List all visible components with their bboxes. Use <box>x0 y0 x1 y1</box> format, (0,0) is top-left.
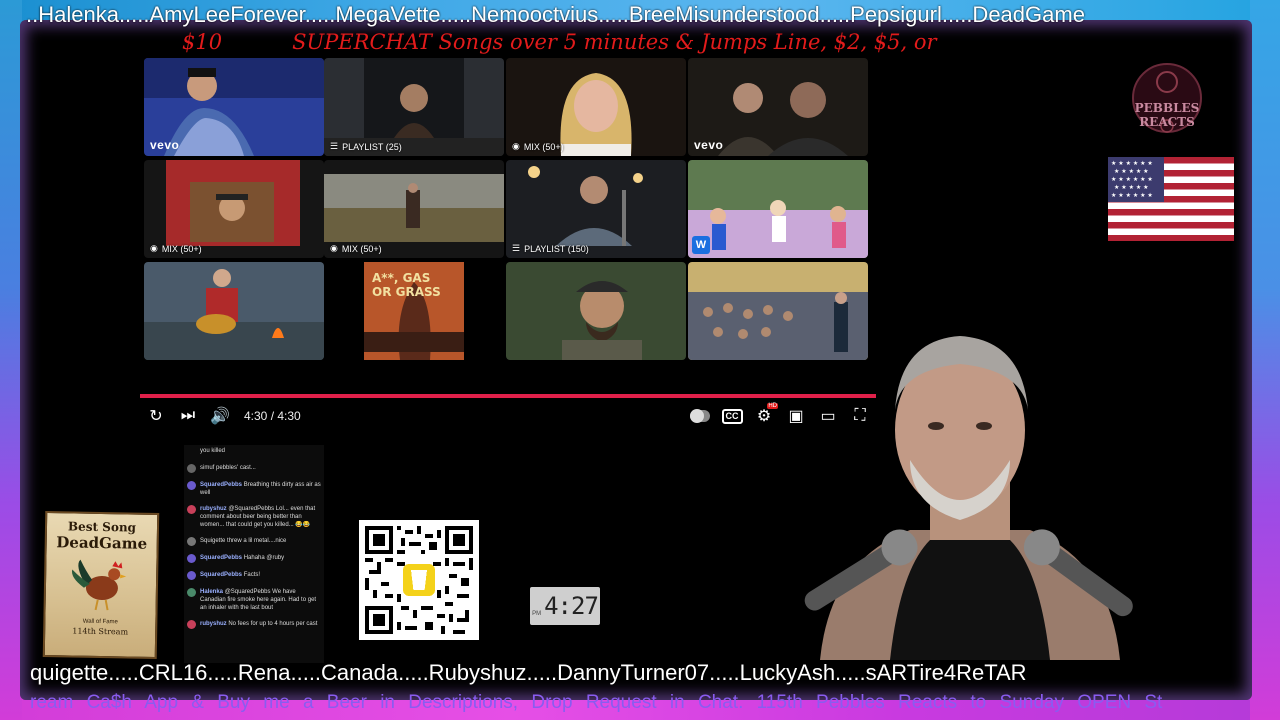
video-tile[interactable]: W <box>688 160 868 258</box>
mix-icon: ◉ <box>330 243 338 253</box>
video-tile[interactable] <box>506 262 686 360</box>
playlist-icon: ☰ <box>512 243 521 253</box>
mix-badge: ◉ MIX (50+) <box>330 243 382 254</box>
time-display: 4:30 / 4:30 <box>244 409 301 423</box>
autoplay-toggle[interactable] <box>684 402 716 430</box>
chat-message: SquaredPebbs Breathing this dirty ass ai… <box>184 479 324 499</box>
mix-icon: ◉ <box>150 243 158 253</box>
warner-badge: W <box>692 236 710 254</box>
svg-text:★ ★ ★ ★ ★ ★: ★ ★ ★ ★ ★ ★ <box>1111 160 1153 167</box>
chat-message: simuf pebbles' cast... <box>184 462 324 475</box>
video-tile[interactable]: vevo <box>688 58 868 156</box>
live-chat[interactable]: you killed simuf pebbles' cast... Square… <box>184 445 324 663</box>
svg-text:★ ★ ★ ★ ★: ★ ★ ★ ★ ★ <box>1114 168 1149 175</box>
video-tile[interactable]: vevo <box>144 58 324 156</box>
video-tile[interactable]: A**, GAS OR GRASS <box>324 262 504 360</box>
mix-badge: ◉ MIX (50+) <box>512 141 564 152</box>
chat-message: Halenka @SquaredPebbs We have Canadian f… <box>184 586 324 614</box>
pebbles-reacts-logo: PEBBLES REACTS <box>1110 56 1224 140</box>
mix-icon: ◉ <box>512 141 520 151</box>
chat-message: Squigette threw a lil metal....nice <box>184 535 324 548</box>
svg-text:★ ★ ★ ★ ★ ★: ★ ★ ★ ★ ★ ★ <box>1111 192 1153 199</box>
chat-message: SquaredPebbs Facts! <box>184 569 324 582</box>
playlist-badge: ☰ PLAYLIST (25) <box>330 141 402 152</box>
album-art-title: A**, GAS <box>372 271 430 285</box>
video-tile[interactable]: ◉ MIX (50+) <box>144 160 324 258</box>
clock-widget: PM 4:27 <box>530 587 600 625</box>
svg-text:OR GRASS: OR GRASS <box>372 285 441 299</box>
chat-message: rubyshuz No fees for up to 4 hours per c… <box>184 618 324 631</box>
svg-text:★ ★ ★ ★ ★: ★ ★ ★ ★ ★ <box>1114 184 1149 191</box>
vevo-badge: vevo <box>150 138 180 152</box>
clock-ampm: PM <box>532 611 542 617</box>
video-tile[interactable]: ◉ MIX (50+) <box>324 160 504 258</box>
superchat-text: SUPERCHAT Songs over 5 minutes & Jumps L… <box>292 30 937 54</box>
captions-icon[interactable]: CC <box>716 402 748 430</box>
best-song-poster: Best Song DeadGame Wall of Fame 114th St… <box>42 511 160 659</box>
superchat-banner: $10 SUPERCHAT Songs over 5 minutes & Jump… <box>182 30 1082 56</box>
rooster-icon <box>71 559 127 611</box>
chat-message: SquaredPebbs Hahaha @ruby <box>184 552 324 565</box>
vevo-badge: vevo <box>694 138 724 152</box>
chat-message: rubyshuz @SquaredPebbs Lol... even that … <box>184 503 324 531</box>
volume-icon[interactable]: 🔊 <box>204 402 236 430</box>
end-screen-grid: vevo ☰ PLAYLIST (25) ◉ MIX (50+) vevo ◉ MIX… <box>140 56 876 366</box>
playlist-icon: ☰ <box>330 141 339 151</box>
next-icon[interactable]: ⏭ <box>172 402 204 430</box>
supporter-ticker-bottom: quigette.....CRL16.....Rena.....Canada..… <box>30 660 1027 685</box>
video-tile[interactable] <box>144 262 324 360</box>
clock-digits: 4:27 <box>544 592 599 620</box>
supporter-ticker-top: ..Halenka.....AmyLeeForever.....MegaVett… <box>26 2 1085 27</box>
superchat-amount: $10 <box>182 30 223 54</box>
promo-ticker: ream Ca$h App & Buy me a Beer in Descrip… <box>30 692 1163 713</box>
video-tile[interactable]: ☰ PLAYLIST (25) <box>324 58 504 156</box>
replay-icon[interactable]: ↻ <box>140 402 172 430</box>
qr-code[interactable] <box>359 520 479 640</box>
chat-message: you killed <box>200 448 226 454</box>
playlist-badge: ☰ PLAYLIST (150) <box>512 243 589 254</box>
webcam-feed <box>804 336 1133 660</box>
mix-badge: ◉ MIX (50+) <box>150 243 202 254</box>
us-flag-icon: ★ ★ ★ ★ ★ ★★ ★ ★ ★ ★★ ★ ★ ★ ★ ★ ★ ★ ★ ★ … <box>1108 157 1234 241</box>
svg-text:★ ★ ★ ★ ★ ★: ★ ★ ★ ★ ★ ★ <box>1111 176 1153 183</box>
video-tile[interactable]: ◉ MIX (50+) <box>506 58 686 156</box>
video-tile[interactable]: ☰ PLAYLIST (150) <box>506 160 686 258</box>
